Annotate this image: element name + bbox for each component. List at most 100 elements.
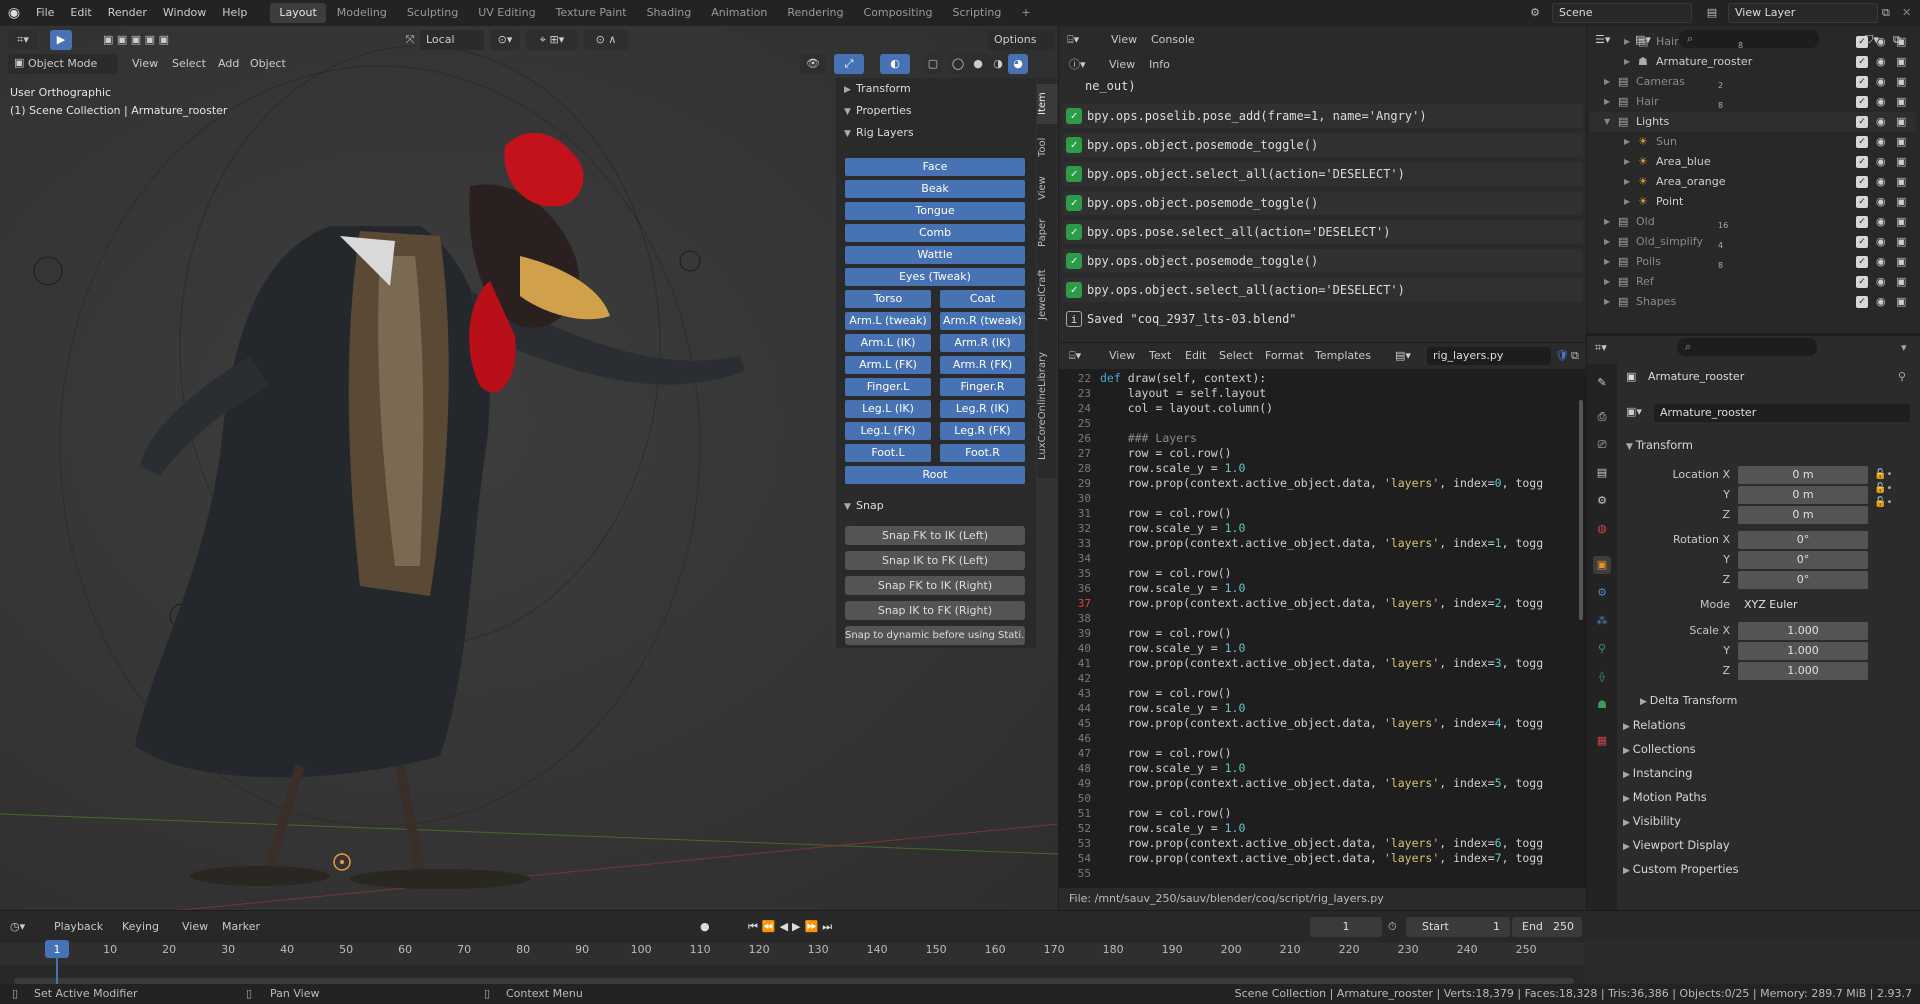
armature-data-icon[interactable]: ☗ xyxy=(1593,696,1611,714)
rig-layer-arm-l-tweak-button[interactable]: Arm.L (tweak) xyxy=(845,312,931,330)
menu-format[interactable]: Format xyxy=(1265,347,1304,365)
snap-fk-to-ik-right-button[interactable]: Snap FK to IK (Right) xyxy=(845,576,1025,595)
menu-info[interactable]: Info xyxy=(1149,56,1170,74)
menu-select[interactable]: Select xyxy=(172,54,206,74)
relations-section[interactable]: ▶ Relations xyxy=(1623,718,1686,732)
camera-render-icon[interactable]: ▣ xyxy=(1896,72,1906,92)
solid-shading-icon[interactable]: ● xyxy=(968,54,988,74)
texture-icon[interactable]: ▦ xyxy=(1593,732,1611,750)
rig-layer-eyes-tweak-button[interactable]: Eyes (Tweak) xyxy=(845,268,1025,286)
rig-layer-arm-r-fk-button[interactable]: Arm.R (FK) xyxy=(940,356,1025,374)
tab-compositing[interactable]: Compositing xyxy=(855,3,942,23)
rig-layer-leg-r-fk-button[interactable]: Leg.R (FK) xyxy=(940,422,1025,440)
outliner-row[interactable]: ▶ ☀ Area_blue ✓ ◉ ▣ xyxy=(1590,152,1916,172)
chevron-down-icon[interactable]: ▾ xyxy=(1901,338,1915,358)
info-log-row[interactable]: ✓ bpy.ops.object.select_all(action='DESEL… xyxy=(1063,278,1583,302)
camera-render-icon[interactable]: ▣ xyxy=(1896,112,1906,132)
lock-icons[interactable]: 🔓• 🔓• 🔓• xyxy=(1874,468,1892,510)
text-browse-icon[interactable]: ▤▾ xyxy=(1395,347,1425,365)
rig-layer-leg-l-fk-button[interactable]: Leg.L (FK) xyxy=(845,422,931,440)
camera-render-icon[interactable]: ▣ xyxy=(1896,212,1906,232)
exclude-checkbox[interactable]: ✓ xyxy=(1856,276,1868,288)
camera-render-icon[interactable]: ▣ xyxy=(1896,172,1906,192)
custom-properties-section[interactable]: ▶ Custom Properties xyxy=(1623,862,1739,876)
eye-icon[interactable]: ◉ xyxy=(1876,32,1886,52)
rig-layer-arm-l-ik-button[interactable]: Arm.L (IK) xyxy=(845,334,931,352)
rig-layer-leg-r-ik-button[interactable]: Leg.R (IK) xyxy=(940,400,1025,418)
code-text[interactable]: def draw(self, context): layout = self.l… xyxy=(1100,371,1543,866)
instancing-section[interactable]: ▶ Instancing xyxy=(1623,766,1692,780)
eye-icon[interactable]: ◉ xyxy=(1876,232,1886,252)
rig-layer-finger-l-button[interactable]: Finger.L xyxy=(845,378,931,396)
outliner-row[interactable]: ▶ ☀ Area_orange ✓ ◉ ▣ xyxy=(1590,172,1916,192)
eye-icon[interactable]: ◉ xyxy=(1876,132,1886,152)
menu-edit[interactable]: Edit xyxy=(62,0,99,26)
pin-icon[interactable]: ⚲ xyxy=(1898,370,1906,383)
scene-icon[interactable]: ⚙ xyxy=(1524,3,1546,23)
clock-icon[interactable]: ⏱ xyxy=(1388,917,1397,937)
rig-layer-arm-r-tweak-button[interactable]: Arm.R (tweak) xyxy=(940,312,1025,330)
expand-arrow-icon[interactable]: ▶ xyxy=(1624,172,1630,192)
eye-icon[interactable]: ◉ xyxy=(1876,212,1886,232)
menu-templates[interactable]: Templates xyxy=(1315,347,1371,365)
constraints-icon[interactable]: ⟠ xyxy=(1593,668,1611,686)
modifier-icon[interactable]: ⚙ xyxy=(1593,584,1611,602)
rendered-shading-icon[interactable]: ◕ xyxy=(1008,54,1028,74)
text-datablock-field[interactable]: rig_layers.py xyxy=(1427,347,1551,365)
info-log-row[interactable]: i Saved "coq_2937_lts-03.blend" xyxy=(1063,307,1583,331)
expand-arrow-icon[interactable]: ▶ xyxy=(1624,132,1630,152)
rig-layer-comb-button[interactable]: Comb xyxy=(845,224,1025,242)
editor-type-icon[interactable]: ◷▾ xyxy=(10,917,40,937)
properties-panel-header[interactable]: ▼ Properties xyxy=(836,100,1036,122)
menu-view[interactable]: View xyxy=(1109,347,1135,365)
rig-layer-finger-r-button[interactable]: Finger.R xyxy=(940,378,1025,396)
rig-layer-beak-button[interactable]: Beak xyxy=(845,180,1025,198)
new-text-icon[interactable]: ⧉ xyxy=(1571,347,1585,365)
expand-arrow-icon[interactable]: ▶ xyxy=(1624,52,1630,72)
editor-type-icon[interactable]: ⌗▾ xyxy=(8,30,38,50)
text-scrollbar[interactable] xyxy=(1579,400,1583,620)
properties-search-input[interactable]: ⌕ xyxy=(1677,338,1817,356)
camera-render-icon[interactable]: ▣ xyxy=(1896,252,1906,272)
rig-layer-tongue-button[interactable]: Tongue xyxy=(845,202,1025,220)
rig-layer-face-button[interactable]: Face xyxy=(845,158,1025,176)
rotation-x-field[interactable]: 0° xyxy=(1738,531,1868,549)
camera-render-icon[interactable]: ▣ xyxy=(1896,272,1906,292)
object-icon[interactable]: ▣ xyxy=(1593,556,1611,574)
outliner-row[interactable]: ▶ ▤ Ref ✓ ◉ ▣ xyxy=(1590,272,1916,292)
select-mode-icons[interactable]: ▣ ▣ ▣ ▣ ▣ xyxy=(88,30,184,50)
add-workspace-button[interactable]: + xyxy=(1012,3,1039,23)
eye-icon[interactable]: ◉ xyxy=(1876,112,1886,132)
outliner-row[interactable]: ▶ ☗ Armature_rooster ✓ ◉ ▣ xyxy=(1590,52,1916,72)
view-layer-icon[interactable]: ▤ xyxy=(1700,3,1724,23)
view-layer-icon[interactable]: ▤ xyxy=(1593,464,1611,482)
mode-dropdown[interactable]: Object Mode xyxy=(8,54,118,74)
collections-section[interactable]: ▶ Collections xyxy=(1623,742,1696,756)
scale-y-field[interactable]: 1.000 xyxy=(1738,642,1868,660)
location-x-field[interactable]: 0 m xyxy=(1738,466,1868,484)
rig-layer-leg-l-ik-button[interactable]: Leg.L (IK) xyxy=(845,400,931,418)
outliner-row[interactable]: ▶ ▤ Shapes ✓ ◉ ▣ xyxy=(1590,292,1916,312)
expand-arrow-icon[interactable]: ▶ xyxy=(1604,272,1610,292)
scale-z-field[interactable]: 1.000 xyxy=(1738,662,1868,680)
new-view-layer-icon[interactable]: ⧉ xyxy=(1882,3,1900,23)
menu-keying[interactable]: Keying xyxy=(122,917,159,937)
info-log-row[interactable]: ✓ bpy.ops.object.posemode_toggle() xyxy=(1063,191,1583,215)
scale-x-field[interactable]: 1.000 xyxy=(1738,622,1868,640)
rig-layer-foot-r-button[interactable]: Foot.R xyxy=(940,444,1025,462)
rig-layer-wattle-button[interactable]: Wattle xyxy=(845,246,1025,264)
gizmo-icon[interactable]: ⤢ xyxy=(834,54,864,74)
camera-render-icon[interactable]: ▣ xyxy=(1896,292,1906,312)
transform-panel-header[interactable]: ▶ Transform xyxy=(836,78,1036,100)
rig-layer-root-button[interactable]: Root xyxy=(845,466,1025,484)
object-browse-icon[interactable]: ▣▾ xyxy=(1626,405,1650,418)
menu-view[interactable]: View xyxy=(132,54,158,74)
menu-view[interactable]: View xyxy=(1109,56,1135,74)
expand-arrow-icon[interactable]: ▶ xyxy=(1624,192,1630,212)
expand-arrow-icon[interactable]: ▶ xyxy=(1604,92,1610,112)
tab-luxcore-online-library[interactable]: LuxCoreOnlineLibrary xyxy=(1037,336,1057,476)
eye-icon[interactable]: ◉ xyxy=(1876,52,1886,72)
motion-paths-section[interactable]: ▶ Motion Paths xyxy=(1623,790,1707,804)
eye-icon[interactable]: ◉ xyxy=(1876,252,1886,272)
physics-icon[interactable]: ⚲ xyxy=(1593,640,1611,658)
